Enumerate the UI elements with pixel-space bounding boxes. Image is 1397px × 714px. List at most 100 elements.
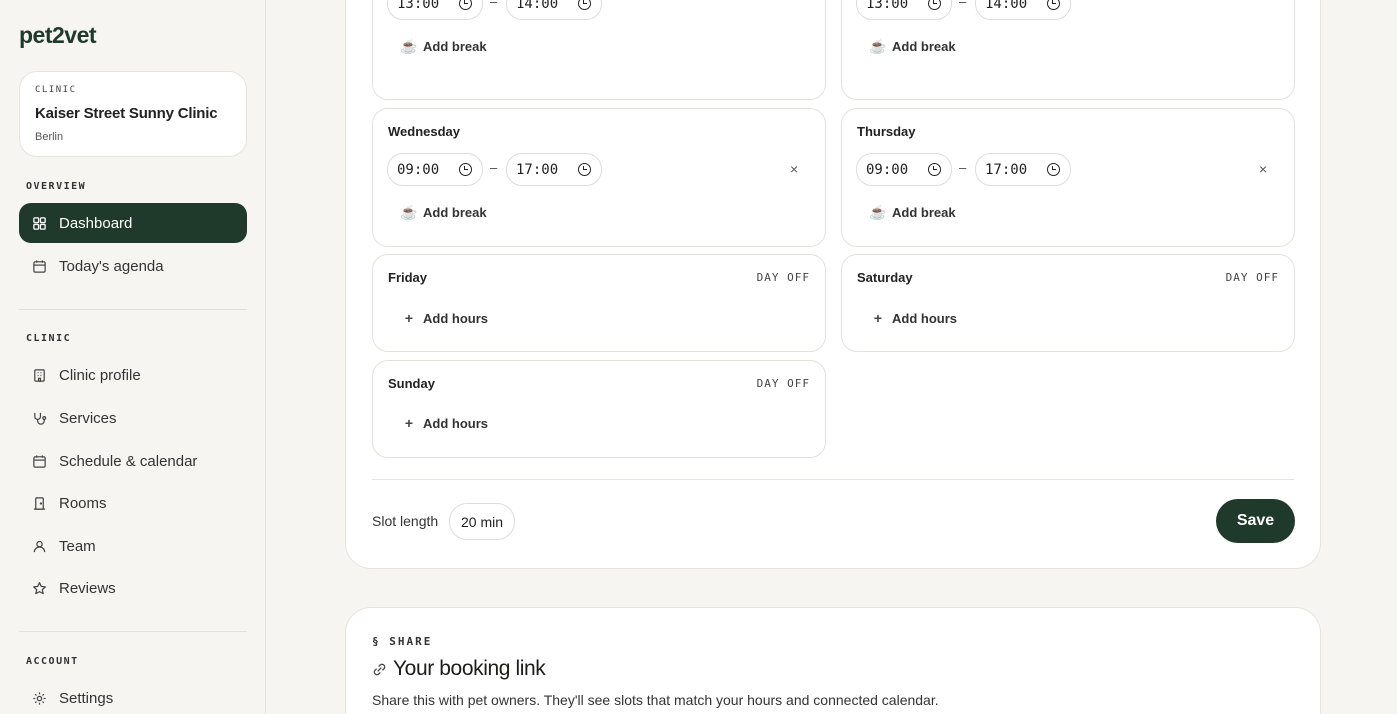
add-hours-label: Add hours [423, 310, 488, 326]
add-hours-label: Add hours [423, 415, 488, 431]
sidebar-item-label: Dashboard [59, 214, 133, 232]
sidebar-item-reviews[interactable]: Reviews [19, 568, 247, 608]
clock-icon [928, 0, 941, 10]
day-off-badge: DAY OFF [756, 377, 810, 390]
day-name: Thursday [857, 124, 916, 139]
close-time-input[interactable]: 17:00 [506, 153, 602, 186]
add-hours-label: Add hours [892, 310, 957, 326]
sidebar-divider [19, 309, 247, 310]
sidebar-item-label: Reviews [59, 579, 116, 597]
slot-length-select[interactable]: 20 min [449, 503, 515, 540]
calendar-icon [31, 453, 47, 469]
share-description: Share this with pet owners. They'll see … [372, 692, 939, 708]
door-icon [31, 495, 47, 511]
plus-icon: + [404, 415, 414, 431]
sidebar-item-rooms[interactable]: Rooms [19, 483, 247, 523]
break-end-input[interactable]: 14:00 [975, 0, 1071, 20]
add-hours-button[interactable]: + Add hours [871, 304, 957, 332]
pet2vet-logo[interactable]: pet2vet [19, 22, 97, 49]
remove-hours-icon[interactable]: × [1259, 161, 1267, 177]
share-kicker: § SHARE [372, 635, 433, 648]
time-separator: – [490, 0, 498, 9]
sidebar-divider [19, 631, 247, 632]
section-divider [372, 479, 1294, 480]
break-start-input[interactable]: 13:00 [387, 0, 483, 20]
sidebar-item-team[interactable]: Team [19, 526, 247, 566]
time-value: 13:00 [397, 0, 440, 12]
users-icon [31, 538, 47, 554]
add-break-label: Add break [423, 38, 487, 54]
break-end-input[interactable]: 14:00 [506, 0, 602, 20]
clock-icon [1047, 0, 1060, 10]
coffee-icon: ☕ [400, 203, 418, 220]
time-separator: – [490, 160, 498, 175]
clock-icon [1047, 163, 1060, 176]
save-button[interactable]: Save [1216, 499, 1295, 543]
share-title: Your booking link [393, 657, 546, 680]
day-card-sunday: Sunday DAY OFF + Add hours [372, 360, 826, 458]
clock-icon [578, 0, 591, 10]
calendar-icon [31, 258, 47, 274]
day-card-top-right: 13:00 – 14:00 ☕ Add break [841, 0, 1295, 100]
clock-icon [459, 0, 472, 10]
sidebar-item-services[interactable]: Services [19, 398, 247, 438]
grid-icon [31, 215, 47, 231]
coffee-icon: ☕ [869, 37, 887, 54]
time-value: 17:00 [985, 161, 1028, 178]
add-break-button[interactable]: ☕ Add break [400, 32, 487, 60]
coffee-icon: ☕ [869, 203, 887, 220]
sidebar-item-todays-agenda[interactable]: Today's agenda [19, 246, 247, 286]
open-time-input[interactable]: 09:00 [387, 153, 483, 186]
sidebar-item-label: Settings [59, 689, 114, 707]
add-break-label: Add break [423, 204, 487, 220]
clinic-name: Kaiser Street Sunny Clinic [35, 105, 218, 122]
add-hours-button[interactable]: + Add hours [402, 409, 488, 437]
add-hours-button[interactable]: + Add hours [402, 304, 488, 332]
plus-icon: + [404, 310, 414, 326]
day-card-friday: Friday DAY OFF + Add hours [372, 254, 826, 352]
time-value: 09:00 [397, 161, 440, 178]
clock-icon [928, 163, 941, 176]
stethoscope-icon [31, 410, 47, 426]
sidebar-item-label: Today's agenda [59, 257, 164, 275]
add-break-button[interactable]: ☕ Add break [869, 198, 955, 226]
building-icon [31, 367, 47, 383]
add-break-button[interactable]: ☕ Add break [869, 32, 955, 60]
star-icon [31, 580, 47, 596]
day-name: Wednesday [388, 124, 461, 139]
sidebar-item-dashboard[interactable]: Dashboard [19, 203, 247, 243]
remove-hours-icon[interactable]: × [790, 161, 798, 177]
sidebar-item-schedule-calendar[interactable]: Schedule & calendar [19, 441, 247, 481]
clinic-switcher-card[interactable]: CLINIC Kaiser Street Sunny Clinic Berlin [19, 71, 247, 157]
sidebar-item-label: Clinic profile [59, 366, 141, 384]
time-separator: – [959, 160, 967, 175]
clinic-card-kicker: CLINIC [35, 85, 77, 95]
time-separator: – [959, 0, 967, 9]
day-card-saturday: Saturday DAY OFF + Add hours [841, 254, 1295, 352]
close-time-input[interactable]: 17:00 [975, 153, 1071, 186]
clock-icon [459, 163, 472, 176]
time-value: 13:00 [866, 0, 909, 12]
sidebar-item-clinic-profile[interactable]: Clinic profile [19, 355, 247, 395]
slot-length-label: Slot length [372, 513, 439, 529]
time-value: 14:00 [985, 0, 1028, 12]
opening-hours-card: 13:00 – 14:00 ☕ Add break 13:00 – 14:00 … [345, 0, 1321, 569]
sidebar-item-label: Team [59, 537, 96, 555]
day-name: Saturday [857, 270, 913, 285]
time-value: 17:00 [516, 161, 559, 178]
day-name: Sunday [388, 376, 435, 391]
section-label-overview: OVERVIEW [26, 181, 87, 192]
day-card-thursday: Thursday 09:00 – 17:00 × ☕ Add break [841, 108, 1295, 247]
sidebar-item-settings[interactable]: Settings [19, 678, 247, 714]
sidebar-item-label: Schedule & calendar [59, 452, 198, 470]
day-off-badge: DAY OFF [1225, 271, 1279, 284]
add-break-button[interactable]: ☕ Add break [400, 198, 487, 226]
section-label-account: ACCOUNT [26, 656, 79, 667]
day-card-wednesday: Wednesday 09:00 – 17:00 × ☕ Add break [372, 108, 826, 247]
break-start-input[interactable]: 13:00 [856, 0, 952, 20]
gear-icon [31, 690, 47, 706]
time-value: 14:00 [516, 0, 559, 12]
open-time-input[interactable]: 09:00 [856, 153, 952, 186]
sidebar: pet2vet CLINIC Kaiser Street Sunny Clini… [0, 0, 266, 714]
booking-link-card: § SHARE Your booking link Share this wit… [345, 607, 1321, 714]
